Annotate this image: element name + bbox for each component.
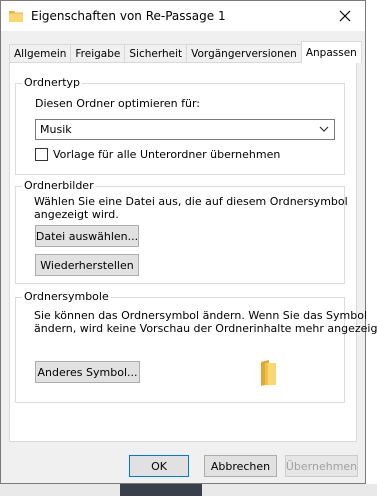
tab-vorgaengerversionen[interactable]: Vorgängerversionen <box>186 44 302 63</box>
group-title-ordnersymbole: Ordnersymbole <box>22 290 111 303</box>
optimize-label: Diesen Ordner optimieren für: <box>35 97 201 110</box>
tab-freigabe[interactable]: Freigabe <box>70 44 126 63</box>
optimize-select-value: Musik <box>40 123 72 136</box>
choose-file-button[interactable]: Datei auswählen... <box>35 225 139 247</box>
ordnersymbole-description-2: ändern, wird keine Vorschau der Ordnerin… <box>34 322 377 335</box>
tab-allgemein[interactable]: Allgemein <box>9 44 72 63</box>
ordnersymbole-description-1: Sie können das Ordnersymbol ändern. Wenn… <box>34 309 368 322</box>
tab-bar: Allgemein Freigabe Sicherheit Vorgängerv… <box>9 41 362 63</box>
change-icon-button[interactable]: Anderes Symbol... <box>35 361 140 383</box>
close-icon <box>339 10 351 22</box>
folder-icon <box>9 11 23 22</box>
ordnerbilder-description-1: Wählen Sie eine Datei aus, die auf diese… <box>34 195 348 208</box>
close-button[interactable] <box>325 1 365 31</box>
apply-button[interactable]: Übernehmen <box>285 455 358 477</box>
background-window-strip <box>120 484 202 496</box>
group-title-ordnerbilder: Ordnerbilder <box>22 179 96 192</box>
tab-anpassen[interactable]: Anpassen <box>300 41 362 63</box>
subfolder-template-label: Vorlage für alle Unterordner übernehmen <box>53 148 281 161</box>
title-bar[interactable]: Eigenschaften von Re-Passage 1 <box>1 1 365 31</box>
folder-preview-icon <box>261 360 276 386</box>
optimize-select[interactable]: Musik <box>35 119 335 140</box>
window-title: Eigenschaften von Re-Passage 1 <box>31 9 226 23</box>
group-title-ordnertyp: Ordnertyp <box>22 76 83 89</box>
ordnerbilder-description-2: angezeigt wird. <box>34 208 119 221</box>
cancel-button[interactable]: Abbrechen <box>204 455 277 477</box>
restore-button[interactable]: Wiederherstellen <box>35 254 139 276</box>
properties-dialog: Eigenschaften von Re-Passage 1 Allgemein… <box>0 0 377 484</box>
tab-sicherheit[interactable]: Sicherheit <box>124 44 188 63</box>
ok-button[interactable]: OK <box>129 455 189 477</box>
chevron-down-icon <box>319 126 329 132</box>
subfolder-template-checkbox[interactable] <box>35 148 48 161</box>
